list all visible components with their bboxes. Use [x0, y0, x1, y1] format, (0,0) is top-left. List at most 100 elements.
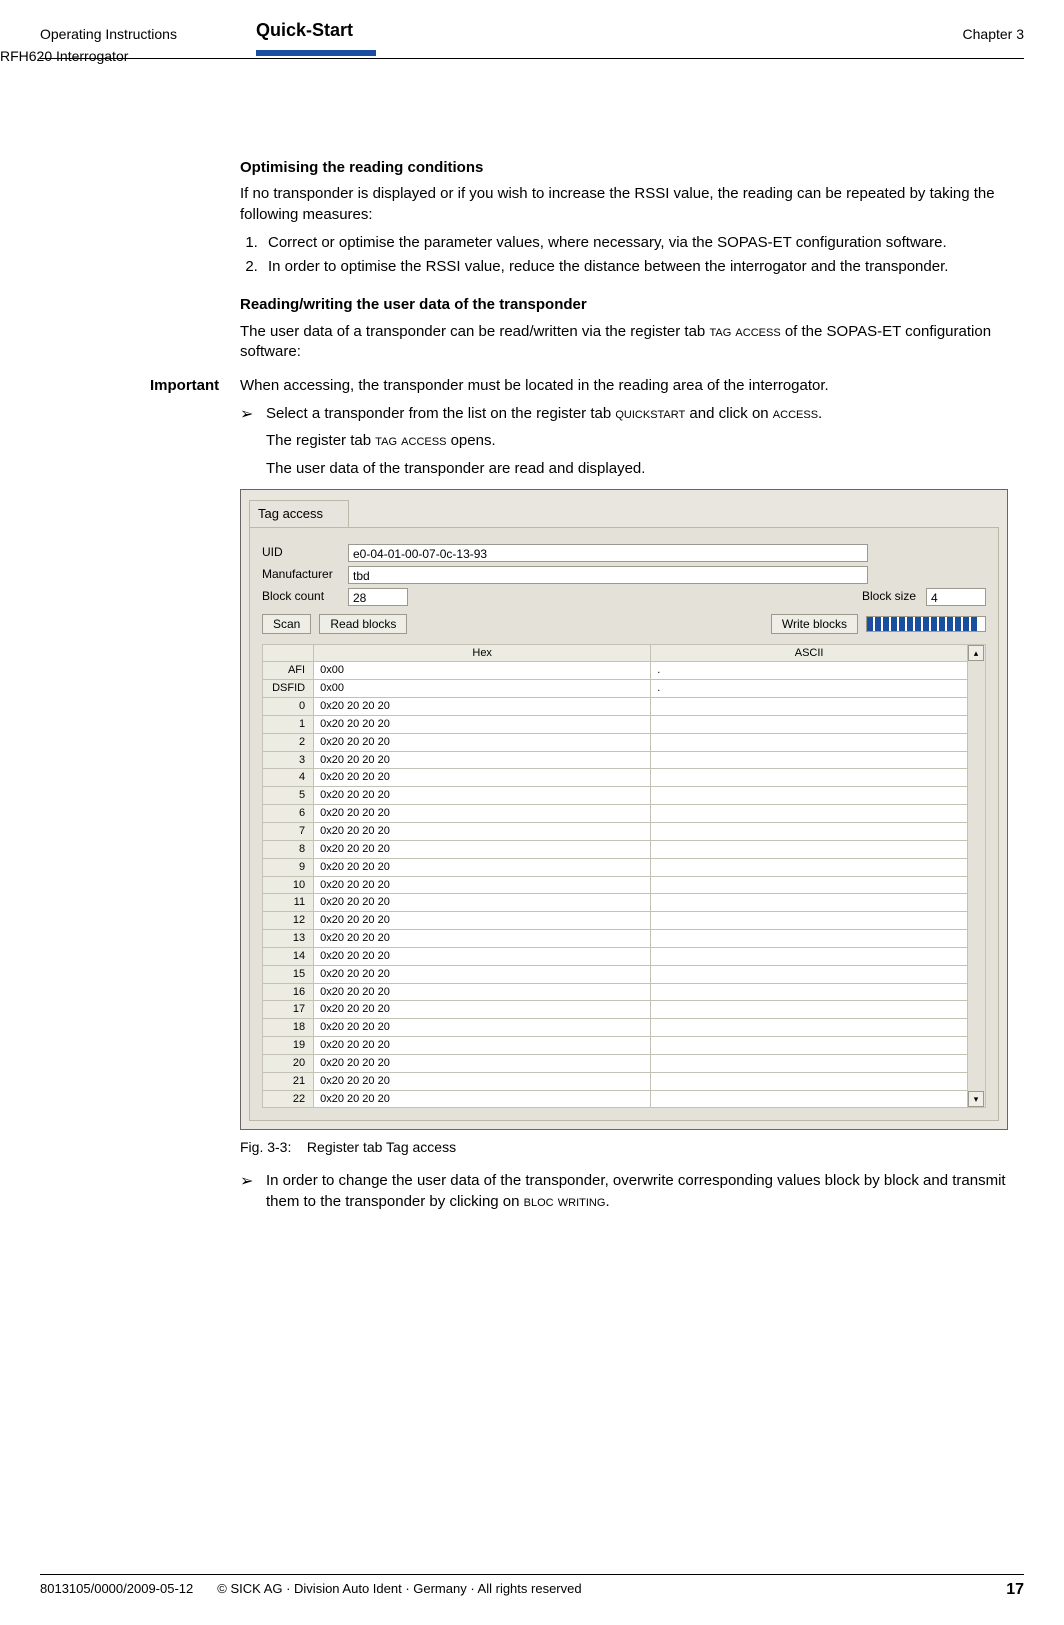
cell-ascii[interactable]	[651, 715, 968, 733]
cell-hex[interactable]: 0x20 20 20 20	[314, 1019, 651, 1037]
table-row[interactable]: 30x20 20 20 20	[263, 751, 968, 769]
table-row[interactable]: 00x20 20 20 20	[263, 698, 968, 716]
table-row[interactable]: 200x20 20 20 20	[263, 1054, 968, 1072]
cell-ascii[interactable]	[651, 751, 968, 769]
blockcount-field[interactable]: 28	[348, 588, 408, 606]
cell-ascii[interactable]	[651, 876, 968, 894]
cell-ascii[interactable]	[651, 894, 968, 912]
cell-ascii[interactable]	[651, 733, 968, 751]
para-important: When accessing, the transponder must be …	[240, 376, 1020, 396]
cell-index: 21	[263, 1072, 314, 1090]
para-data-read: The user data of the transponder are rea…	[266, 459, 1020, 479]
blocks-table[interactable]: Hex ASCII AFI0x00.DSFID0x00.00x20 20 20 …	[262, 644, 968, 1109]
table-row[interactable]: 120x20 20 20 20	[263, 912, 968, 930]
cell-hex[interactable]: 0x20 20 20 20	[314, 787, 651, 805]
table-row[interactable]: 100x20 20 20 20	[263, 876, 968, 894]
table-row[interactable]: 140x20 20 20 20	[263, 947, 968, 965]
cell-ascii[interactable]	[651, 1090, 968, 1108]
cell-ascii[interactable]	[651, 983, 968, 1001]
cell-hex[interactable]: 0x20 20 20 20	[314, 1037, 651, 1055]
cell-index: 2	[263, 733, 314, 751]
cell-ascii[interactable]	[651, 947, 968, 965]
cell-hex[interactable]: 0x20 20 20 20	[314, 1054, 651, 1072]
table-row[interactable]: 40x20 20 20 20	[263, 769, 968, 787]
scan-button[interactable]: Scan	[262, 614, 311, 634]
cell-hex[interactable]: 0x00	[314, 680, 651, 698]
cell-index: AFI	[263, 662, 314, 680]
cell-index: 6	[263, 805, 314, 823]
cell-ascii[interactable]	[651, 822, 968, 840]
footer-docid: 8013105/0000/2009-05-12	[40, 1581, 193, 1599]
cell-ascii[interactable]	[651, 805, 968, 823]
cell-hex[interactable]: 0x20 20 20 20	[314, 858, 651, 876]
cell-ascii[interactable]	[651, 965, 968, 983]
cell-ascii[interactable]	[651, 858, 968, 876]
table-row[interactable]: 160x20 20 20 20	[263, 983, 968, 1001]
cell-ascii[interactable]	[651, 930, 968, 948]
table-row[interactable]: 150x20 20 20 20	[263, 965, 968, 983]
table-row[interactable]: 70x20 20 20 20	[263, 822, 968, 840]
cell-hex[interactable]: 0x20 20 20 20	[314, 733, 651, 751]
cell-ascii[interactable]	[651, 787, 968, 805]
cell-hex[interactable]: 0x20 20 20 20	[314, 715, 651, 733]
table-row[interactable]: 210x20 20 20 20	[263, 1072, 968, 1090]
uid-field[interactable]: e0-04-01-00-07-0c-13-93	[348, 544, 868, 562]
table-row[interactable]: 170x20 20 20 20	[263, 1001, 968, 1019]
para-optimising: If no transponder is displayed or if you…	[240, 184, 1020, 225]
cell-ascii[interactable]	[651, 698, 968, 716]
cell-hex[interactable]: 0x20 20 20 20	[314, 983, 651, 1001]
cell-ascii[interactable]	[651, 1054, 968, 1072]
cell-hex[interactable]: 0x20 20 20 20	[314, 805, 651, 823]
read-blocks-button[interactable]: Read blocks	[319, 614, 407, 634]
table-row[interactable]: 90x20 20 20 20	[263, 858, 968, 876]
table-row[interactable]: 20x20 20 20 20	[263, 733, 968, 751]
table-row[interactable]: 190x20 20 20 20	[263, 1037, 968, 1055]
cell-hex[interactable]: 0x20 20 20 20	[314, 1001, 651, 1019]
cell-ascii[interactable]	[651, 769, 968, 787]
cell-hex[interactable]: 0x20 20 20 20	[314, 876, 651, 894]
cell-hex[interactable]: 0x20 20 20 20	[314, 965, 651, 983]
table-row[interactable]: AFI0x00.	[263, 662, 968, 680]
cell-hex[interactable]: 0x20 20 20 20	[314, 912, 651, 930]
cell-hex[interactable]: 0x20 20 20 20	[314, 947, 651, 965]
cell-ascii[interactable]	[651, 1001, 968, 1019]
cell-ascii[interactable]	[651, 1072, 968, 1090]
cell-hex[interactable]: 0x20 20 20 20	[314, 930, 651, 948]
smallcaps: tag access	[375, 432, 446, 449]
heading-readwrite: Reading/writing the user data of the tra…	[240, 295, 1020, 315]
blocksize-field[interactable]: 4	[926, 588, 986, 606]
scroll-down-icon[interactable]: ▾	[968, 1091, 984, 1107]
cell-index: 0	[263, 698, 314, 716]
table-row[interactable]: 10x20 20 20 20	[263, 715, 968, 733]
cell-hex[interactable]: 0x00	[314, 662, 651, 680]
sidenote-important: Important	[150, 376, 219, 396]
table-row[interactable]: 60x20 20 20 20	[263, 805, 968, 823]
cell-hex[interactable]: 0x20 20 20 20	[314, 1072, 651, 1090]
scroll-up-icon[interactable]: ▴	[968, 645, 984, 661]
cell-ascii[interactable]	[651, 1019, 968, 1037]
write-blocks-button[interactable]: Write blocks	[771, 614, 858, 634]
cell-hex[interactable]: 0x20 20 20 20	[314, 769, 651, 787]
cell-ascii[interactable]	[651, 840, 968, 858]
cell-ascii[interactable]: .	[651, 662, 968, 680]
manufacturer-field[interactable]: tbd	[348, 566, 868, 584]
table-row[interactable]: 220x20 20 20 20	[263, 1090, 968, 1108]
table-row[interactable]: 130x20 20 20 20	[263, 930, 968, 948]
table-row[interactable]: 50x20 20 20 20	[263, 787, 968, 805]
cell-hex[interactable]: 0x20 20 20 20	[314, 698, 651, 716]
table-row[interactable]: 180x20 20 20 20	[263, 1019, 968, 1037]
cell-ascii[interactable]	[651, 912, 968, 930]
cell-hex[interactable]: 0x20 20 20 20	[314, 840, 651, 858]
cell-hex[interactable]: 0x20 20 20 20	[314, 822, 651, 840]
table-row[interactable]: DSFID0x00.	[263, 680, 968, 698]
cell-index: 22	[263, 1090, 314, 1108]
scrollbar[interactable]: ▴ ▾	[968, 644, 986, 1109]
cell-hex[interactable]: 0x20 20 20 20	[314, 894, 651, 912]
tab-tag-access[interactable]: Tag access	[249, 500, 349, 527]
cell-ascii[interactable]: .	[651, 680, 968, 698]
cell-ascii[interactable]	[651, 1037, 968, 1055]
cell-hex[interactable]: 0x20 20 20 20	[314, 751, 651, 769]
cell-hex[interactable]: 0x20 20 20 20	[314, 1090, 651, 1108]
table-row[interactable]: 80x20 20 20 20	[263, 840, 968, 858]
table-row[interactable]: 110x20 20 20 20	[263, 894, 968, 912]
